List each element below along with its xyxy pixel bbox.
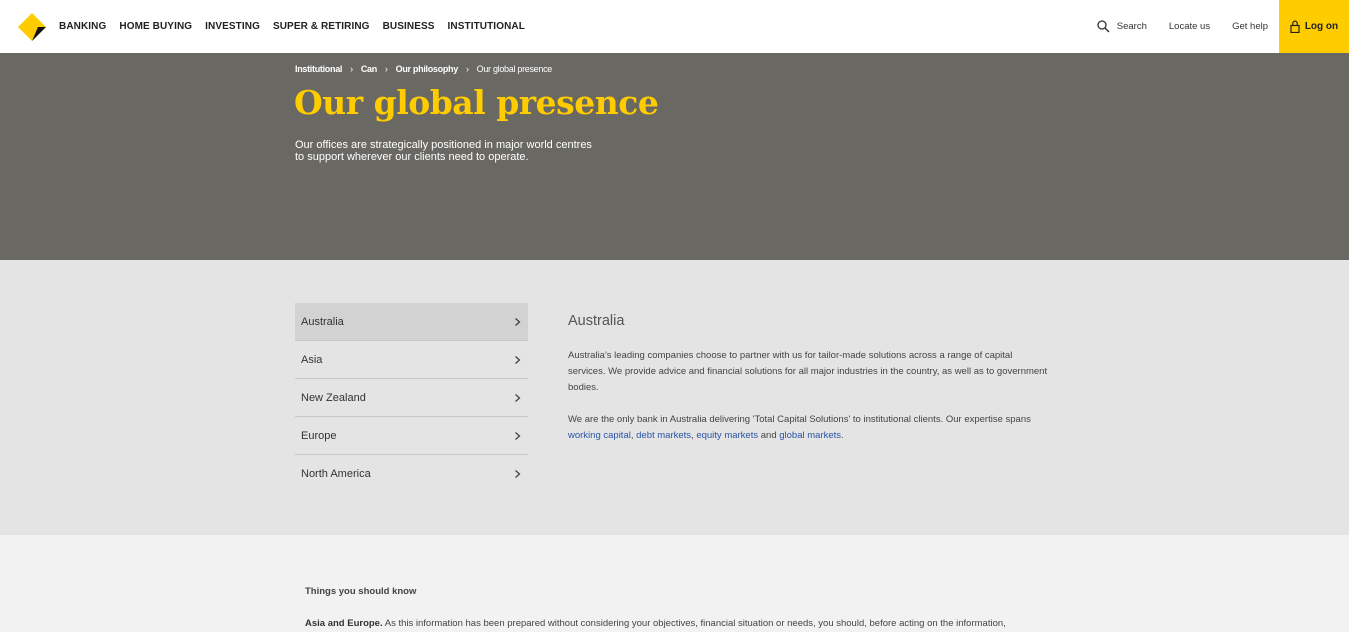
main-nav: BANKING HOME BUYING INVESTING SUPER & RE… <box>59 0 538 53</box>
breadcrumb-institutional[interactable]: Institutional <box>295 64 342 74</box>
get-help-link[interactable]: Get help <box>1232 21 1268 32</box>
breadcrumb: Institutional › Can › Our philosophy › O… <box>295 64 552 74</box>
region-item-europe[interactable]: Europe <box>295 417 528 455</box>
breadcrumb-separator-icon: › <box>384 64 388 74</box>
chevron-right-icon <box>515 317 521 326</box>
locate-label: Locate us <box>1168 21 1211 32</box>
nav-business[interactable]: BUSINESS <box>383 21 435 32</box>
locate-us-link[interactable]: Locate us <box>1169 21 1210 32</box>
nav-banking[interactable]: BANKING <box>59 21 106 32</box>
hero-intro-line-1: Our offices are strategically positioned… <box>295 139 592 151</box>
breadcrumb-separator-icon: › <box>350 64 353 74</box>
things-to-know-text: Asia and Europe. As this information has… <box>305 618 1006 629</box>
nav-home-buying[interactable]: HOME BUYING <box>119 21 192 32</box>
global-markets-link[interactable]: global markets <box>779 430 841 441</box>
region-menu: Australia Asia New Zealand Europe North … <box>295 303 528 493</box>
breadcrumb-separator-icon: › <box>465 64 469 74</box>
regions-section: Australia Asia New Zealand Europe North … <box>0 260 1349 535</box>
search-button[interactable]: Search <box>1097 20 1147 33</box>
disclaimer-text: As this information has been prepared wi… <box>384 618 1006 629</box>
log-on-button[interactable]: Log on <box>1279 0 1349 53</box>
chevron-right-icon <box>515 393 521 402</box>
page-title: Our global presence <box>294 83 659 122</box>
region-label: Australia <box>301 315 344 328</box>
region-item-asia[interactable]: Asia <box>295 341 528 379</box>
chevron-right-icon <box>515 355 521 364</box>
things-to-know-section: Things you should know Asia and Europe. … <box>0 535 1349 632</box>
debt-markets-link[interactable]: debt markets <box>636 430 691 441</box>
things-to-know-heading: Things you should know <box>305 586 417 597</box>
nav-institutional[interactable]: INSTITUTIONAL <box>448 21 525 32</box>
region-panel-title: Australia <box>568 313 625 329</box>
chevron-right-icon <box>515 470 521 478</box>
asia-europe-lead: Asia and Europe. <box>305 618 383 629</box>
region-label: North America <box>301 468 371 480</box>
region-panel-para-2: We are the only bank in Australia delive… <box>568 414 1031 441</box>
nav-super-retiring[interactable]: SUPER & RETIRING <box>273 21 370 32</box>
help-label: Get help <box>1232 21 1268 32</box>
region-label: New Zealand <box>301 391 366 404</box>
nav-investing[interactable]: INVESTING <box>205 21 260 32</box>
hero-banner: Institutional › Can › Our philosophy › O… <box>0 53 1349 260</box>
region-item-new-zealand[interactable]: New Zealand <box>295 379 528 417</box>
region-panel-para-1: Australia's leading companies choose to … <box>568 350 1048 393</box>
breadcrumb-can[interactable]: Can <box>361 64 377 74</box>
search-label: Search <box>1116 21 1147 32</box>
breadcrumb-our-philosophy[interactable]: Our philosophy <box>396 64 459 74</box>
breadcrumb-current: Our global presence <box>476 64 553 74</box>
region-item-north-america[interactable]: North America <box>295 455 528 493</box>
and-text: and <box>760 430 777 441</box>
utility-nav: Search Locate us Get help <box>1075 0 1268 53</box>
brand-logo-icon[interactable] <box>18 13 46 41</box>
region-item-australia[interactable]: Australia <box>295 303 528 341</box>
chevron-right-icon <box>515 431 521 440</box>
site-header: BANKING HOME BUYING INVESTING SUPER & RE… <box>0 0 1349 53</box>
region-label: Europe <box>301 429 337 442</box>
region-label: Asia <box>301 353 323 366</box>
lock-icon <box>1290 20 1300 33</box>
equity-markets-link[interactable]: equity markets <box>696 430 758 441</box>
search-icon <box>1097 20 1110 33</box>
working-capital-link[interactable]: working capital <box>568 430 631 441</box>
para-2-text: We are the only bank in Australia delive… <box>568 414 1031 425</box>
hero-intro: Our offices are strategically positioned… <box>295 139 605 163</box>
hero-intro-line-2: to support wherever our clients need to … <box>295 151 529 163</box>
logon-label: Log on <box>1304 21 1339 32</box>
region-panel: Australia Australia's leading companies … <box>568 313 1048 460</box>
